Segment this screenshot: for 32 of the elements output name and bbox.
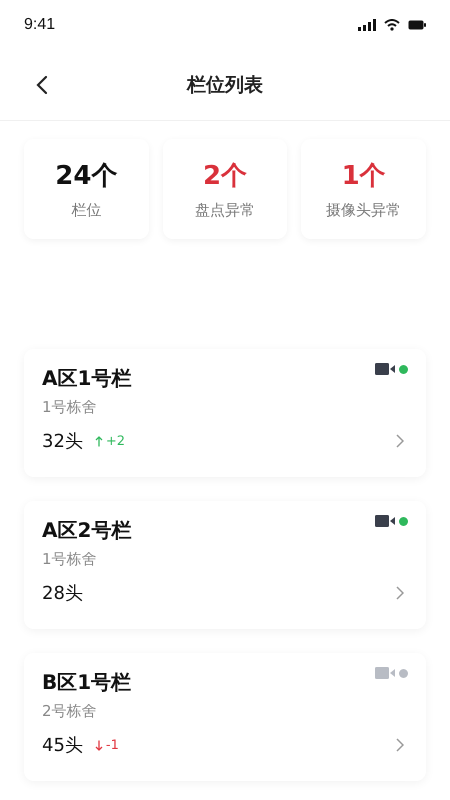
pen-card[interactable]: A区1号栏 1号栋舍 32头 +2: [24, 349, 426, 477]
pen-card[interactable]: B区1号栏 2号栋舍 45头 -1: [24, 653, 426, 781]
status-dot: [399, 668, 408, 678]
stat-value: 24个: [55, 160, 118, 193]
head-count: 45头: [42, 734, 83, 757]
stat-value: 2个: [202, 160, 248, 193]
pen-name: A区1号栏: [42, 365, 132, 392]
count-change: +2: [106, 434, 126, 448]
chevron-right-icon: [396, 738, 404, 752]
back-icon[interactable]: [36, 75, 48, 95]
battery-icon: [408, 20, 426, 30]
count-change: -1: [106, 738, 119, 752]
stat-value: 1个: [342, 160, 386, 193]
pen-name: B区1号栏: [42, 669, 132, 696]
status-time: 9:41: [24, 16, 56, 34]
pen-name: A区2号栏: [42, 517, 132, 544]
status-dot: [399, 516, 408, 526]
chevron-right-icon: [396, 586, 404, 600]
status-dot: [399, 364, 408, 374]
stat-label: 摄像头异常: [326, 201, 402, 220]
stat-label: 栏位: [71, 201, 102, 220]
chevron-right-icon: [396, 434, 404, 448]
stat-label: 盘点异常: [195, 201, 255, 220]
barn-label: 1号栋舍: [42, 398, 98, 417]
head-count: 28头: [42, 582, 83, 605]
wifi-icon: [384, 19, 400, 31]
page-title: 栏位列表: [187, 73, 263, 98]
head-count: 32头: [42, 430, 83, 453]
barn-label: 1号栋舍: [42, 550, 98, 569]
signal-icon: [358, 19, 376, 31]
pen-card[interactable]: A区2号栏 1号栋舍 28头: [24, 501, 426, 629]
barn-label: 2号栋舍: [42, 702, 98, 721]
